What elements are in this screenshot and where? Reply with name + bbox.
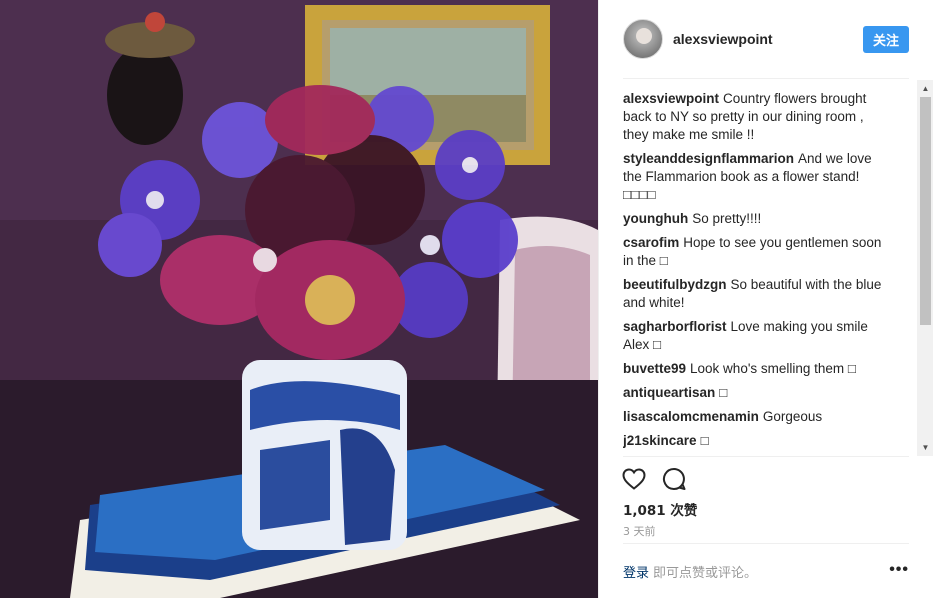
author-avatar[interactable]	[623, 19, 663, 59]
comment-text: Gorgeous	[762, 409, 823, 424]
heart-icon[interactable]	[621, 466, 647, 492]
like-count[interactable]: 1,081 次赞	[623, 499, 697, 519]
comment-username[interactable]: styleanddesignflammarion	[623, 151, 794, 166]
comment-text: □	[700, 433, 709, 448]
comment-text: □	[719, 385, 728, 400]
comment-item: beeutifulbydzgn So beautiful with the blu…	[623, 276, 891, 312]
post-details-panel: alexsviewpoint 关注 alexsviewpoint Country …	[598, 0, 933, 598]
comment-item: younghuh So pretty!!!!	[623, 210, 891, 228]
comment-username[interactable]: csarofim	[623, 235, 679, 250]
comment-username[interactable]: buvette99	[623, 361, 686, 376]
comment-text: So pretty!!!!	[692, 211, 762, 226]
footer-divider	[623, 543, 909, 544]
comment-username[interactable]: j21skincare	[623, 433, 697, 448]
post-timestamp[interactable]: 3 天前	[623, 523, 656, 539]
follow-button[interactable]: 关注	[863, 26, 909, 53]
comment-item: lisascalomcmenamin Gorgeous	[623, 408, 891, 426]
comment-item: sagharborflorist Love making you smile Al…	[623, 318, 891, 354]
comment-username[interactable]: younghuh	[623, 211, 688, 226]
comment-item: csarofim Hope to see you gentlemen soon i…	[623, 234, 891, 270]
actions-divider	[623, 456, 909, 457]
comments-scrollbar[interactable]: ▲ ▼	[917, 80, 933, 456]
comment-item: j21skincare □	[623, 432, 891, 450]
comment-item: buvette99 Look who's smelling them □	[623, 360, 891, 378]
comment-item: styleanddesignflammarion And we love the …	[623, 150, 891, 204]
post-photo	[0, 0, 598, 598]
login-link[interactable]: 登录	[623, 566, 649, 581]
comment-username[interactable]: beeutifulbydzgn	[623, 277, 727, 292]
more-options-icon[interactable]: •••	[889, 562, 909, 578]
post-actions	[621, 466, 687, 492]
author-username[interactable]: alexsviewpoint	[673, 31, 773, 47]
comment-icon[interactable]	[661, 466, 687, 492]
comment-username[interactable]: antiqueartisan	[623, 385, 715, 400]
comments-list[interactable]: alexsviewpoint Country flowers brought ba…	[623, 90, 891, 450]
comment-text: Look who's smelling them □	[690, 361, 857, 376]
scroll-down-arrow-icon[interactable]: ▼	[917, 439, 933, 456]
comment-username[interactable]: sagharborflorist	[623, 319, 727, 334]
scroll-thumb[interactable]	[920, 97, 931, 325]
comment-item: antiqueartisan □	[623, 384, 891, 402]
comment-username[interactable]: lisascalomcmenamin	[623, 409, 759, 424]
comment-username[interactable]: alexsviewpoint	[623, 91, 719, 106]
login-prompt-text: 即可点赞或评论。	[653, 566, 758, 581]
header-divider	[623, 78, 909, 79]
scroll-up-arrow-icon[interactable]: ▲	[917, 80, 933, 97]
login-prompt: 登录 即可点赞或评论。	[623, 562, 757, 581]
comment-item: alexsviewpoint Country flowers brought ba…	[623, 90, 891, 144]
